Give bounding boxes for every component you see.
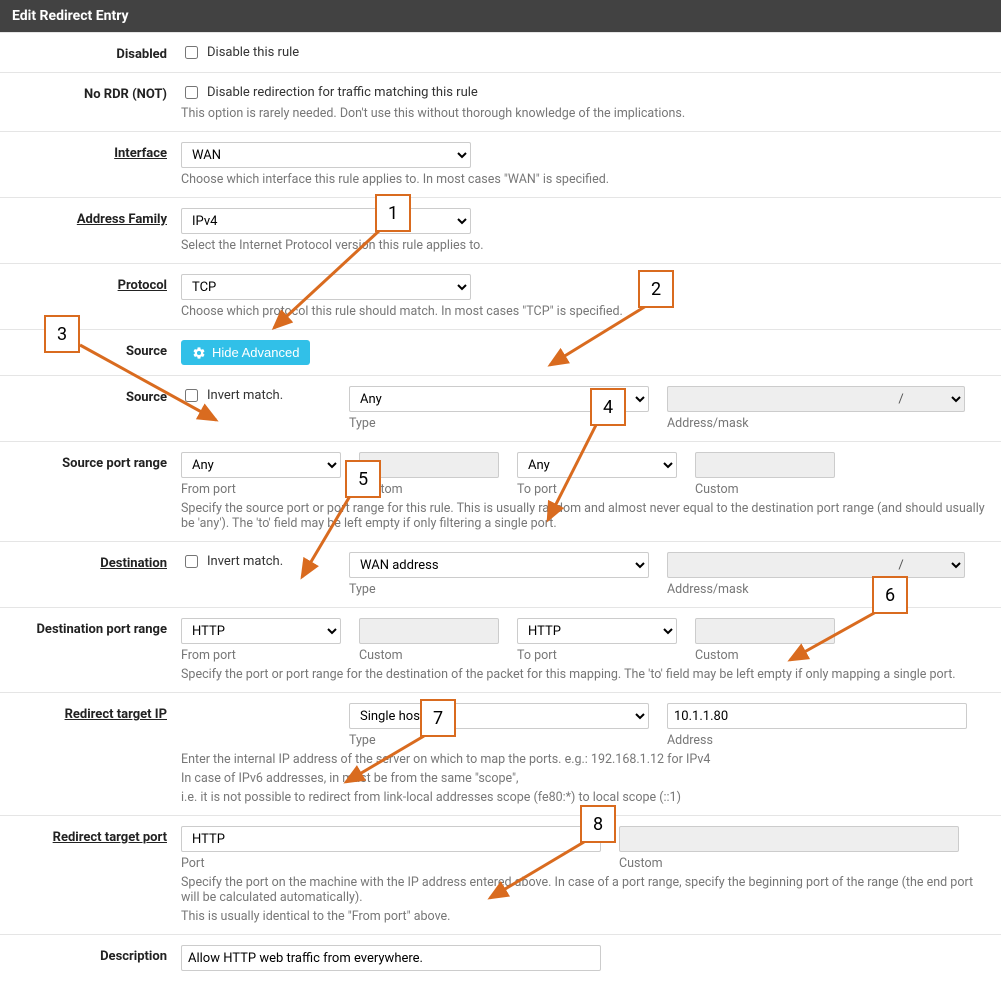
dst-to-port-select[interactable]: HTTP xyxy=(517,618,677,644)
label-nordr: No RDR (NOT) xyxy=(12,83,167,121)
callout-4: 4 xyxy=(590,388,626,426)
label-addrfam: Address Family xyxy=(12,208,167,253)
dest-mask-sublabel: Address/mask xyxy=(667,582,965,597)
callout-5: 5 xyxy=(345,460,381,498)
protocol-select[interactable]: TCP xyxy=(181,274,471,300)
redirect-port-select[interactable]: HTTP xyxy=(181,826,601,852)
redirect-ip-help3: i.e. it is not possible to redirect from… xyxy=(181,790,989,805)
src-to-custom-input[interactable] xyxy=(695,452,835,478)
disabled-checkbox-label: Disable this rule xyxy=(207,45,299,60)
source-mask-sublabel: Address/mask xyxy=(667,416,965,431)
label-interface: Interface xyxy=(12,142,167,187)
label-description: Description xyxy=(12,945,167,971)
src-port-range-help: Specify the source port or port range fo… xyxy=(181,501,989,531)
dst-from-port-select[interactable]: HTTP xyxy=(181,618,341,644)
callout-7: 7 xyxy=(420,699,456,737)
disabled-checkbox[interactable] xyxy=(185,46,198,59)
dst-from-custom-sublabel: Custom xyxy=(359,648,499,663)
redirect-port-custom-sublabel: Custom xyxy=(619,856,959,871)
row-destination: Destination Invert match. WAN address Ty… xyxy=(0,541,1001,607)
row-dst-port-range: Destination port range HTTP From port Cu… xyxy=(0,607,1001,692)
redirect-ip-help2: In case of IPv6 addresses, in must be fr… xyxy=(181,771,989,786)
protocol-help: Choose which protocol this rule should m… xyxy=(181,304,989,319)
label-redirect-port: Redirect target port xyxy=(12,826,167,924)
redirect-ip-address-input[interactable] xyxy=(667,703,967,729)
hide-advanced-button[interactable]: Hide Advanced xyxy=(181,340,310,365)
row-src-port-range: Source port range Any From port Custom A… xyxy=(0,441,1001,541)
src-to-port-sublabel: To port xyxy=(517,482,677,497)
row-source-button: Source Hide Advanced xyxy=(0,329,1001,375)
label-dst-port-range: Destination port range xyxy=(12,618,167,682)
callout-3: 3 xyxy=(44,315,80,353)
dst-to-custom-sublabel: Custom xyxy=(695,648,835,663)
row-redirect-port: Redirect target port HTTP Port Custom Sp… xyxy=(0,815,1001,934)
dst-from-port-sublabel: From port xyxy=(181,648,341,663)
interface-help: Choose which interface this rule applies… xyxy=(181,172,989,187)
redirect-port-help1: Specify the port on the machine with the… xyxy=(181,875,989,905)
hide-advanced-label: Hide Advanced xyxy=(212,345,299,360)
addrfam-select[interactable]: IPv4 xyxy=(181,208,471,234)
label-destination: Destination xyxy=(12,552,167,597)
dest-address-input[interactable] xyxy=(667,552,887,578)
dst-from-custom-input[interactable] xyxy=(359,618,499,644)
redirect-ip-help1: Enter the internal IP address of the ser… xyxy=(181,752,989,767)
dst-to-custom-input[interactable] xyxy=(695,618,835,644)
src-to-port-select[interactable]: Any xyxy=(517,452,677,478)
row-source: Source Invert match. Any Type / xyxy=(0,375,1001,441)
source-invert-label: Invert match. xyxy=(207,388,283,403)
row-description: Description xyxy=(0,934,1001,981)
src-from-port-select[interactable]: Any xyxy=(181,452,341,478)
row-interface: Interface WAN Choose which interface thi… xyxy=(0,131,1001,197)
source-address-input[interactable] xyxy=(667,386,887,412)
dest-invert-label: Invert match. xyxy=(207,554,283,569)
label-source: Source xyxy=(12,386,167,431)
row-protocol: Protocol TCP Choose which protocol this … xyxy=(0,263,1001,329)
dest-type-sublabel: Type xyxy=(349,582,649,597)
addrfam-help: Select the Internet Protocol version thi… xyxy=(181,238,989,253)
callout-1: 1 xyxy=(375,194,411,232)
source-mask-select[interactable] xyxy=(915,386,965,412)
row-disabled: Disabled Disable this rule xyxy=(0,32,1001,72)
src-from-port-sublabel: From port xyxy=(181,482,341,497)
redirect-ip-type-select[interactable]: Single host xyxy=(349,703,649,729)
callout-8: 8 xyxy=(580,805,616,843)
dest-mask-select[interactable] xyxy=(915,552,965,578)
nordr-help: This option is rarely needed. Don't use … xyxy=(181,106,989,121)
description-input[interactable] xyxy=(181,945,601,971)
label-protocol: Protocol xyxy=(12,274,167,319)
callout-2: 2 xyxy=(638,270,674,308)
panel-title: Edit Redirect Entry xyxy=(0,0,1001,32)
redirect-ip-address-sublabel: Address xyxy=(667,733,967,748)
label-disabled: Disabled xyxy=(12,43,167,62)
source-slash: / xyxy=(887,386,915,412)
dest-slash: / xyxy=(887,552,915,578)
label-source-button: Source xyxy=(12,340,167,365)
nordr-checkbox-label: Disable redirection for traffic matching… xyxy=(207,85,478,100)
src-to-custom-sublabel: Custom xyxy=(695,482,835,497)
row-redirect-ip: Redirect target IP Single host Type Addr… xyxy=(0,692,1001,815)
dst-to-port-sublabel: To port xyxy=(517,648,677,663)
callout-6: 6 xyxy=(872,576,908,614)
source-invert-checkbox[interactable] xyxy=(185,389,198,402)
label-redirect-ip: Redirect target IP xyxy=(12,703,167,805)
gear-icon xyxy=(192,346,206,360)
redirect-ip-type-sublabel: Type xyxy=(349,733,649,748)
nordr-checkbox[interactable] xyxy=(185,86,198,99)
interface-select[interactable]: WAN xyxy=(181,142,471,168)
redirect-port-sublabel: Port xyxy=(181,856,601,871)
redirect-port-custom-input[interactable] xyxy=(619,826,959,852)
row-addrfam: Address Family IPv4 Select the Internet … xyxy=(0,197,1001,263)
dest-type-select[interactable]: WAN address xyxy=(349,552,649,578)
dest-invert-checkbox[interactable] xyxy=(185,555,198,568)
label-src-port-range: Source port range xyxy=(12,452,167,531)
row-nordr: No RDR (NOT) Disable redirection for tra… xyxy=(0,72,1001,131)
dst-port-range-help: Specify the port or port range for the d… xyxy=(181,667,989,682)
